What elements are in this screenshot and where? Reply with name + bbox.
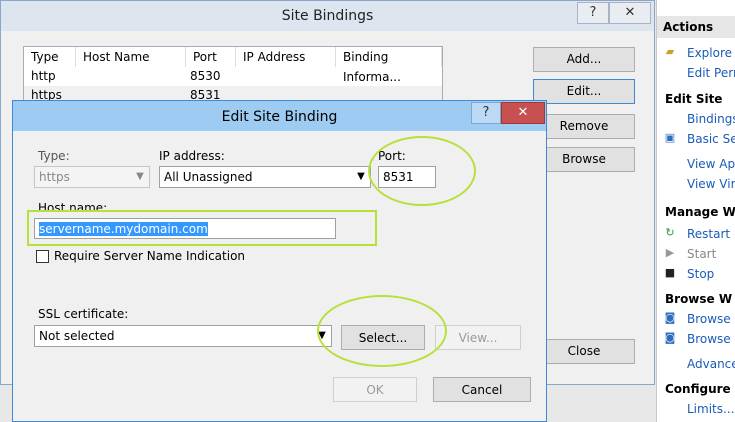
close-button[interactable]: Close (533, 339, 635, 364)
ssl-certificate-value: Not selected (39, 329, 115, 343)
help-button[interactable]: ? (471, 102, 501, 124)
edit-site-binding-dialog: Edit Site Binding ? ✕ Type: https ▼ IP a… (12, 100, 547, 422)
close-dialog-button[interactable]: ✕ (501, 102, 545, 124)
bindings-table[interactable]: Type Host Name Port IP Address Binding I… (23, 46, 443, 106)
ssl-certificate-label: SSL certificate: (38, 307, 129, 321)
edit-button[interactable]: Edit... (533, 79, 635, 104)
sni-checkbox[interactable] (36, 250, 49, 263)
table-row[interactable]: http 8530 (24, 67, 442, 86)
basic-settings-link[interactable]: Basic Setti (687, 132, 735, 146)
start-icon: ▶ (665, 246, 675, 259)
port-highlight (368, 136, 476, 206)
browse-website-section: Browse W (665, 292, 733, 306)
remove-button[interactable]: Remove (533, 114, 635, 139)
browse-icon: ◙ (664, 331, 676, 344)
close-icon: ✕ (624, 5, 636, 20)
edit-dialog-titlebar: Edit Site Binding ? ✕ (13, 101, 546, 131)
column-header-port[interactable]: Port (186, 47, 236, 67)
bindings-link[interactable]: Bindings... (687, 112, 735, 126)
start-link[interactable]: Start (687, 247, 716, 261)
manage-website-section: Manage Web (665, 205, 735, 219)
select-highlight (317, 295, 447, 367)
settings-icon: ▣ (664, 131, 676, 144)
ip-address-dropdown[interactable]: All Unassigned ▼ (159, 166, 371, 188)
row-port: 8530 (190, 69, 221, 83)
restart-icon: ↻ (665, 226, 675, 239)
column-header-type[interactable]: Type (24, 47, 76, 67)
explore-link[interactable]: Explore (687, 46, 732, 60)
add-button[interactable]: Add... (533, 47, 635, 72)
browse-button[interactable]: Browse (533, 147, 635, 172)
sni-label: Require Server Name Indication (54, 249, 246, 263)
folder-icon: ▰ (665, 45, 675, 58)
column-header-binding-info[interactable]: Binding Informa... (336, 47, 442, 84)
limits-link[interactable]: Limits... (687, 402, 734, 416)
help-icon: ? (589, 5, 597, 20)
host-name-highlight (27, 210, 377, 246)
advanced-settings-link[interactable]: Advanced (687, 357, 735, 371)
stop-icon: ■ (664, 266, 676, 279)
actions-pane: Actions ▰ Explore Edit Perm Edit Site Bi… (656, 0, 735, 422)
help-icon: ? (482, 105, 490, 120)
view-virtual-directories-link[interactable]: View Virtu (687, 177, 735, 191)
ip-address-value: All Unassigned (164, 170, 253, 184)
ok-button[interactable]: OK (333, 377, 417, 402)
type-dropdown[interactable]: https ▼ (34, 166, 150, 188)
edit-dialog-title: Edit Site Binding (221, 109, 338, 125)
chevron-down-icon: ▼ (357, 171, 365, 182)
type-label: Type: (38, 149, 70, 163)
ip-address-label: IP address: (159, 149, 225, 163)
column-header-host-name[interactable]: Host Name (76, 47, 186, 67)
edit-site-section: Edit Site (665, 92, 723, 106)
chevron-down-icon: ▼ (136, 171, 144, 182)
configure-section: Configure (665, 382, 731, 396)
browse-port-link[interactable]: Browse :8 (687, 312, 735, 326)
edit-permissions-link[interactable]: Edit Perm (687, 66, 735, 80)
view-applications-link[interactable]: View Appl (687, 157, 735, 171)
column-header-ip-address[interactable]: IP Address (236, 47, 336, 67)
browse-port-link[interactable]: Browse :8 (687, 332, 735, 346)
stop-link[interactable]: Stop (687, 267, 714, 281)
restart-link[interactable]: Restart (687, 227, 730, 241)
browse-icon: ◙ (664, 311, 676, 324)
row-type: http (31, 69, 56, 83)
type-value: https (39, 170, 70, 184)
close-icon: ✕ (517, 105, 529, 120)
actions-header: Actions (657, 16, 735, 38)
ssl-certificate-dropdown[interactable]: Not selected ▼ (34, 325, 332, 347)
view-certificate-button[interactable]: View... (435, 325, 521, 350)
close-window-button[interactable]: ✕ (609, 2, 651, 24)
help-button[interactable]: ? (577, 2, 609, 24)
site-bindings-titlebar: Site Bindings ? ✕ (1, 1, 654, 31)
cancel-button[interactable]: Cancel (433, 377, 531, 402)
site-bindings-title: Site Bindings (281, 8, 374, 24)
